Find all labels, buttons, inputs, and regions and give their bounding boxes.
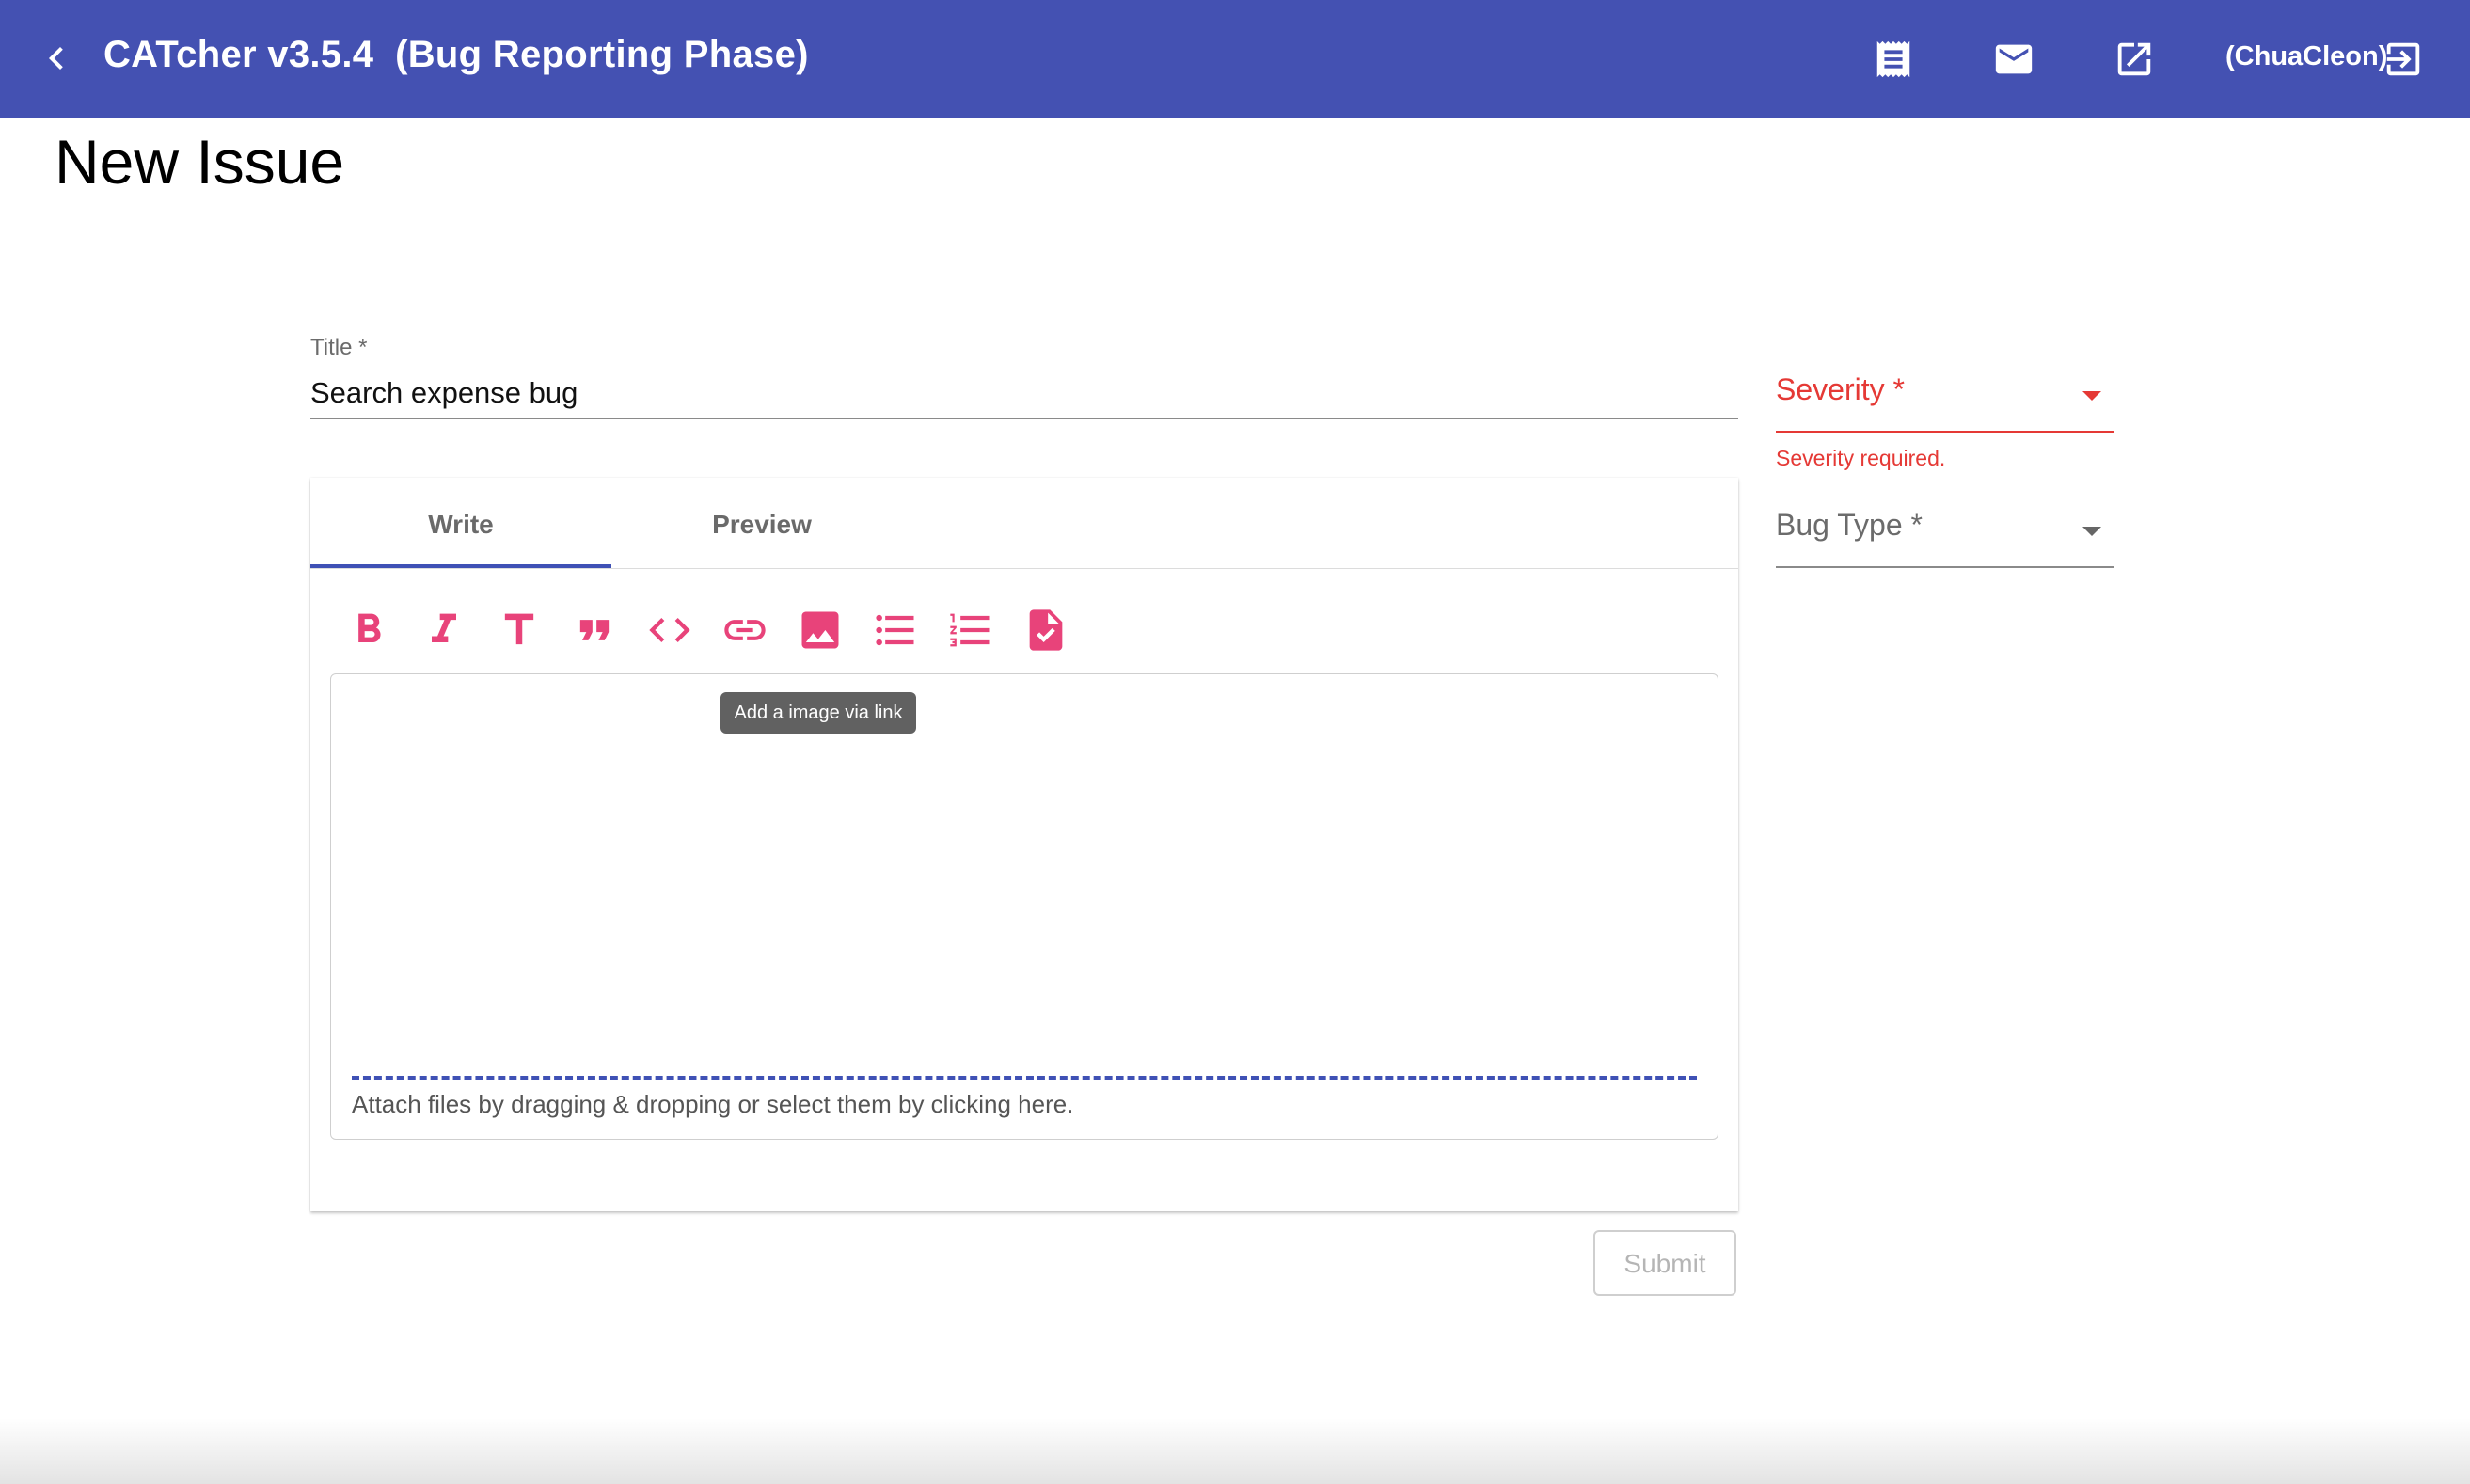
logout-icon[interactable] xyxy=(2382,38,2425,81)
receipt-icon[interactable] xyxy=(1872,38,1915,81)
link-icon[interactable] xyxy=(720,606,769,655)
bulleted-list-icon[interactable] xyxy=(871,606,920,655)
chevron-down-icon xyxy=(2082,391,2101,401)
severity-label: Severity * xyxy=(1776,372,1905,406)
submit-button[interactable]: Submit xyxy=(1593,1230,1736,1296)
open-in-new-icon[interactable] xyxy=(2113,38,2156,81)
title-input[interactable] xyxy=(310,369,1738,419)
active-tab-indicator xyxy=(310,564,611,568)
page-title: New Issue xyxy=(55,127,345,197)
code-icon[interactable] xyxy=(645,606,694,655)
numbered-list-icon[interactable] xyxy=(946,606,995,655)
header-icon[interactable] xyxy=(495,606,544,655)
image-link-tooltip: Add a image via link xyxy=(720,692,916,734)
task-list-icon[interactable] xyxy=(1021,606,1070,655)
window-bottom-edge xyxy=(0,1418,2470,1484)
tab-preview[interactable]: Preview xyxy=(611,478,912,568)
severity-error: Severity required. xyxy=(1776,446,1946,470)
chevron-down-icon xyxy=(2082,527,2101,536)
description-textarea[interactable]: Attach files by dragging & dropping or s… xyxy=(330,673,1718,1140)
bug-type-select[interactable]: Bug Type * xyxy=(1776,508,2114,568)
image-icon[interactable] xyxy=(796,606,845,655)
app-header: CATcher v3.5.4 (Bug Reporting Phase) (Ch… xyxy=(0,0,2470,118)
bold-icon[interactable] xyxy=(344,606,393,655)
app-title: CATcher v3.5.4 (Bug Reporting Phase) xyxy=(103,34,809,75)
drop-zone-divider xyxy=(352,1076,1697,1080)
bug-type-label: Bug Type * xyxy=(1776,508,1923,542)
back-arrow-icon[interactable] xyxy=(34,36,79,81)
file-drop-zone[interactable]: Attach files by dragging & dropping or s… xyxy=(352,1090,1073,1119)
user-name: (ChuaCleon) xyxy=(2225,41,2388,71)
mail-icon[interactable] xyxy=(1992,38,2035,81)
description-editor-card: Write Preview Attach files by dragging &… xyxy=(310,478,1738,1211)
severity-select[interactable]: Severity * xyxy=(1776,372,2114,433)
quote-icon[interactable] xyxy=(570,606,619,655)
italic-icon[interactable] xyxy=(420,606,468,655)
editor-tabs: Write Preview xyxy=(310,478,1738,569)
tab-write[interactable]: Write xyxy=(310,478,611,568)
title-field-label: Title * xyxy=(310,335,368,360)
